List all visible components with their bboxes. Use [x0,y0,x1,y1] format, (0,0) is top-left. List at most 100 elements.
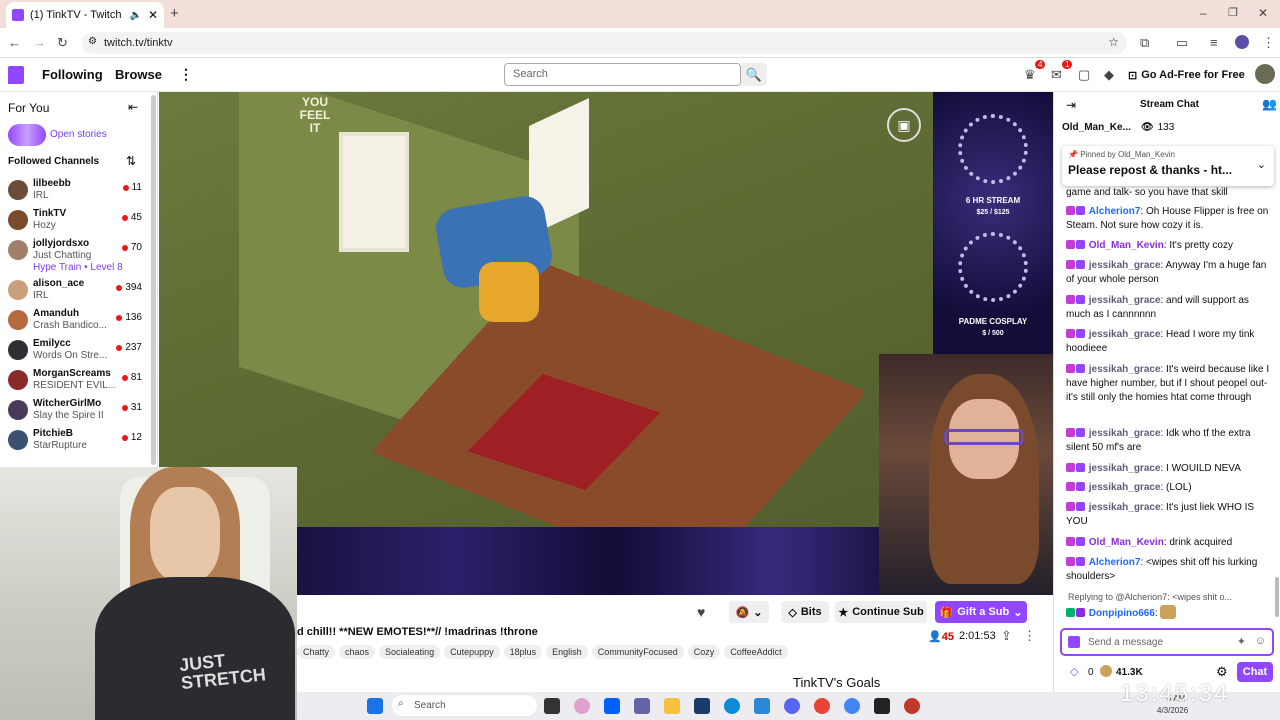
minimize-icon[interactable]: – [1200,6,1207,20]
stream-tag[interactable]: Socialeating [379,645,441,659]
more-icon[interactable]: ⋮ [179,66,193,83]
user-avatar[interactable] [1255,64,1275,84]
app-icon[interactable] [874,698,890,714]
chat-identity-icon[interactable] [1068,636,1080,648]
chat-username[interactable]: jessikah_grace [1089,428,1161,439]
forward-icon[interactable]: → [33,35,46,50]
chat-username[interactable]: jessikah_grace [1089,329,1161,340]
gift-sub-button[interactable]: 🎁 Gift a Sub ⌄ [935,601,1027,623]
dropbox-icon[interactable] [604,698,620,714]
crown-icon[interactable]: ♛ [1024,67,1036,83]
sort-icon[interactable]: ⇅ [126,154,136,168]
sidebar-channel[interactable]: lilbeebb IRL 11 [8,176,148,206]
expand-pinned-icon[interactable]: ⌄ [1257,158,1266,171]
windows-start-icon[interactable] [367,698,383,714]
stream-tag[interactable]: 18plus [503,645,543,659]
stream-tag[interactable]: Chatty [297,645,336,659]
sidebar-channel[interactable]: PitchieB StarRupture 12 [8,426,148,456]
app-icon[interactable] [694,698,710,714]
browser-tab[interactable]: (1) TinkTV - Twitch 🔈 ✕ [6,2,164,28]
stories-avatars[interactable] [8,124,46,146]
search-icon[interactable]: 🔍 [741,63,767,86]
top-chatter-name[interactable]: Old_Man_Ke... [1062,122,1131,133]
continue-sub-button[interactable]: ★ Continue Sub [835,601,927,623]
media-icon[interactable]: ≡ [1210,35,1218,50]
stream-tag[interactable]: CommunityFocused [591,645,684,659]
open-stories-link[interactable]: Open stories [50,129,107,140]
discord-icon[interactable] [784,698,800,714]
teams-icon[interactable] [634,698,650,714]
app-icon[interactable] [904,698,920,714]
more-options-icon[interactable]: ⋮ [1023,628,1036,644]
file-explorer-icon[interactable] [664,698,680,714]
sidebar-channel[interactable]: jollyjordsxo Just Chatting Hype Train • Le… [8,236,148,273]
edge-icon[interactable] [724,698,740,714]
mute-icon[interactable]: 🔈 [129,10,141,21]
reload-icon[interactable]: ↻ [57,35,68,51]
chat-settings-icon[interactable]: ⚙ [1216,664,1228,680]
chat-username[interactable]: jessikah_grace [1089,482,1161,493]
whispers-icon[interactable]: ▢ [1078,67,1090,83]
inbox-icon[interactable]: ✉ [1051,67,1062,83]
overlay-clip-icon[interactable]: ▣ [887,108,921,142]
copilot-icon[interactable] [574,698,590,714]
bookmark-star-icon[interactable]: ☆ [1108,35,1119,49]
sidebar-channel[interactable]: MorganScreams RESIDENT EVIL... 81 [8,366,148,396]
chat-username[interactable]: Old_Man_Kevin [1089,240,1164,251]
chrome-icon[interactable] [814,698,830,714]
chat-username[interactable]: jessikah_grace [1089,463,1161,474]
stream-tag[interactable]: Cozy [687,645,721,659]
cast-icon[interactable]: ▭ [1176,35,1188,51]
chat-username[interactable]: jessikah_grace [1089,295,1161,306]
bits-icon[interactable]: ◆ [1104,67,1114,83]
chat-username[interactable]: jessikah_grace [1089,260,1161,271]
bits-cheer-icon[interactable]: ✦ [1237,635,1246,648]
stream-tag[interactable]: chaos [339,645,376,659]
collapse-chat-icon[interactable]: ⇥ [1066,98,1076,112]
chat-username[interactable]: Alcherion7 [1089,557,1141,568]
close-tab-icon[interactable]: ✕ [148,8,158,22]
chat-username[interactable]: Old_Man_Kevin [1089,537,1164,548]
extensions-icon[interactable]: ⧉ [1140,35,1149,51]
twitch-logo-icon[interactable] [8,66,24,84]
task-view-icon[interactable] [544,698,560,714]
bits-balance-icon[interactable]: ◇ [1070,665,1078,678]
stream-tag[interactable]: Cutepuppy [444,645,500,659]
chat-username[interactable]: jessikah_grace [1089,364,1161,375]
sidebar-channel[interactable]: Emilycc Words On Stre... 237 [8,336,148,366]
nav-following[interactable]: Following [42,67,103,82]
chat-scrollbar[interactable] [1275,577,1279,617]
sidebar-channel[interactable]: TinkTV Hozy 45 [8,206,148,236]
taskbar-search[interactable]: ⌕ Search [392,695,537,716]
back-icon[interactable]: ← [8,35,21,50]
sidebar-scrollbar[interactable] [151,95,156,465]
chat-username[interactable]: Alcherion7 [1089,206,1141,217]
chrome-profile-icon[interactable] [844,698,860,714]
store-icon[interactable] [754,698,770,714]
sidebar-channel[interactable]: alison_ace IRL 394 [8,276,148,306]
profile-avatar[interactable] [1235,35,1249,49]
ad-free-button[interactable]: ⊡ Go Ad-Free for Free [1128,65,1248,85]
chat-input[interactable]: Send a message ✦ ☺ [1060,628,1274,656]
emote-picker-icon[interactable]: ☺ [1255,635,1266,647]
chat-send-button[interactable]: Chat [1237,662,1273,682]
pinned-message[interactable]: 📌 Pinned by Old_Man_Kevin Please repost … [1062,146,1274,186]
sidebar-channel[interactable]: Amanduh Crash Bandico... 136 [8,306,148,336]
menu-icon[interactable]: ⋮ [1262,35,1275,51]
chat-username[interactable]: Donpipino666 [1089,608,1155,619]
follow-heart-icon[interactable]: ♥ [697,604,705,620]
users-icon[interactable]: 👥 [1262,97,1277,111]
nav-browse[interactable]: Browse [115,67,162,82]
new-tab-icon[interactable]: + [170,5,179,22]
restore-icon[interactable]: ❐ [1228,6,1238,19]
sidebar-channel[interactable]: WitcherGirlMo Slay the Spire II 31 [8,396,148,426]
search-input[interactable]: Search [504,63,741,86]
channel-points-icon[interactable] [1100,665,1112,677]
stream-tag[interactable]: English [546,645,588,659]
bits-button[interactable]: ◇ Bits [781,601,829,623]
notifications-button[interactable]: 🔕 ⌄ [729,601,769,623]
close-window-icon[interactable]: ✕ [1258,6,1268,20]
collapse-sidebar-icon[interactable]: ⇤ [128,100,138,114]
chat-username[interactable]: jessikah_grace [1089,502,1161,513]
site-info-icon[interactable]: ⚙ [88,36,97,47]
